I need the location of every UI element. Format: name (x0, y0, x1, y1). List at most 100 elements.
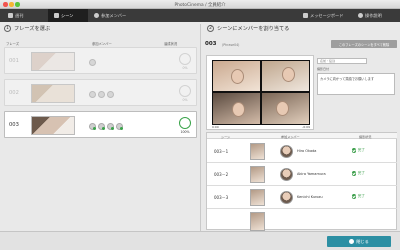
member-avatar (116, 122, 123, 130)
person-face (282, 67, 295, 82)
member-avatar (280, 191, 293, 204)
member-avatar (89, 58, 96, 66)
scene-id: 003－2 (214, 172, 229, 177)
member-avatar (280, 145, 293, 158)
scene-thumbnail (250, 189, 265, 206)
check-icon (352, 148, 357, 153)
phrase-members (89, 56, 159, 68)
phrase-number: 001 (9, 58, 19, 64)
video-tile (212, 92, 261, 125)
table-row[interactable]: 003－1 Hiro Okada 完了 (207, 140, 397, 163)
name-role-field[interactable]: 名前・役割 (317, 58, 367, 64)
member-name[interactable]: Kenichi Kurozu (297, 195, 323, 199)
table-row[interactable]: 003－3 Kenichi Kurozu 完了 (207, 186, 397, 209)
col-scene: シーン (221, 135, 231, 139)
col-members: 参加メンバー (92, 41, 112, 46)
video-preview: 0:00 -0:09 (206, 55, 314, 130)
rate-circle (179, 117, 191, 129)
table-row[interactable]: 003－2 Akira Yamamura 完了 (207, 163, 397, 186)
left-step-heading: 1 フレーズを選ぶ (4, 25, 50, 32)
check-icon (352, 171, 357, 176)
members-icon (94, 13, 99, 18)
step-number: 1 (4, 25, 11, 32)
close-icon (349, 239, 355, 244)
rate-circle (179, 53, 191, 65)
nav-home-label: 週刊 (15, 12, 24, 18)
close-button-label: 閉じる (356, 238, 369, 244)
scene-id: 003－3 (214, 195, 229, 200)
video-frame[interactable] (212, 60, 310, 125)
member-name[interactable]: Hiro Okada (297, 149, 316, 153)
video-tile (261, 60, 310, 92)
phrase-rate: 0% (177, 53, 193, 70)
person-face (231, 69, 244, 84)
phrase-row-selected[interactable]: 003 100% (4, 111, 197, 138)
nav-help[interactable]: 操作説明 (355, 9, 397, 22)
close-button[interactable]: 閉じる (327, 236, 391, 247)
member-avatar (98, 122, 105, 130)
nav-members-label: 参加メンバー (101, 12, 127, 18)
step-number: 2 (207, 25, 214, 32)
nav-home[interactable]: 週刊 (4, 9, 40, 22)
rate-circle (179, 85, 191, 97)
phrase-row[interactable]: 001 0% (4, 47, 197, 74)
phrase-thumbnail (31, 116, 75, 135)
table-header: シーン 参加メンバー 撮影状況 (207, 133, 397, 139)
nav-scene[interactable]: シーン (48, 9, 88, 22)
video-elapsed: 0:00 (212, 125, 219, 129)
nav-message-board[interactable]: メッセージボード (300, 9, 352, 22)
window-title: PhotoCinema / 全員紹介 (174, 3, 226, 8)
phrase-members (89, 88, 159, 100)
member-name[interactable]: Akira Yamamura (297, 172, 326, 176)
nav-scene-label: シーン (61, 12, 74, 18)
status-label: 完了 (357, 148, 365, 152)
phrase-row[interactable]: 002 0% (4, 79, 197, 106)
step-title: シーンにメンバーを割り当てる (217, 26, 290, 32)
scene-thumbnail (250, 166, 265, 183)
right-step-heading: 2 シーンにメンバーを割り当てる (207, 25, 289, 32)
shooting-date-label: 撮影日付 (317, 67, 330, 71)
nav-members[interactable]: 参加メンバー (88, 9, 138, 22)
scene-info: 名前・役割 撮影日付 カメラに向かって笑顔でお願いします (317, 55, 397, 130)
table-row-partial[interactable] (207, 209, 397, 232)
phrase-rate: 100% (177, 117, 193, 134)
scene-header-subtitle: (Phrase04) (222, 42, 240, 47)
rate-label: 0% (182, 66, 188, 70)
nav-message-board-label: メッセージボード (310, 12, 344, 18)
phrase-list-header: フレーズ 参加メンバー 達成状況 (4, 40, 197, 46)
footer-bar: 閉じる (0, 231, 400, 250)
scene-icon (54, 13, 59, 18)
top-nav: 週刊 シーン 参加メンバー メッセージボード 操作説明 (0, 9, 400, 22)
home-icon (8, 13, 13, 18)
member-avatar (89, 122, 96, 130)
title-bar: PhotoCinema / 全員紹介 (0, 0, 400, 9)
scene-header: 003 (Phrase04) このフレーズのシーンをすべて削除 (203, 40, 397, 50)
phrase-thumbnail (31, 52, 75, 71)
status-label: 完了 (357, 194, 365, 198)
status-badge: 完了 (352, 194, 365, 199)
delete-all-scenes-button[interactable]: このフレーズのシーンをすべて削除 (331, 40, 397, 48)
video-tile (212, 60, 261, 92)
panel-divider (200, 24, 201, 231)
person-face (276, 101, 289, 116)
status-badge: 完了 (352, 171, 365, 176)
message-icon (303, 13, 308, 18)
person-face (232, 102, 245, 117)
scene-header-number: 003 (205, 41, 217, 47)
scene-table: シーン 参加メンバー 撮影状況 003－1 Hiro Okada 完了 003－… (206, 132, 397, 232)
member-avatar (89, 90, 96, 98)
member-avatar (107, 122, 114, 130)
phrase-members (89, 120, 159, 132)
rate-label: 100% (180, 130, 190, 134)
col-phrase: フレーズ (6, 41, 20, 46)
status-badge: 完了 (352, 148, 365, 153)
scene-thumbnail (250, 143, 265, 160)
col-member: 参加メンバー (281, 135, 300, 139)
col-rate: 達成状況 (164, 41, 178, 46)
video-controls: 0:00 -0:09 (212, 125, 310, 130)
video-tile (261, 92, 310, 125)
direction-textarea[interactable]: カメラに向かって笑顔でお願いします (317, 73, 395, 95)
help-icon (358, 13, 363, 18)
nav-help-label: 操作説明 (365, 12, 382, 18)
check-icon (352, 194, 357, 199)
